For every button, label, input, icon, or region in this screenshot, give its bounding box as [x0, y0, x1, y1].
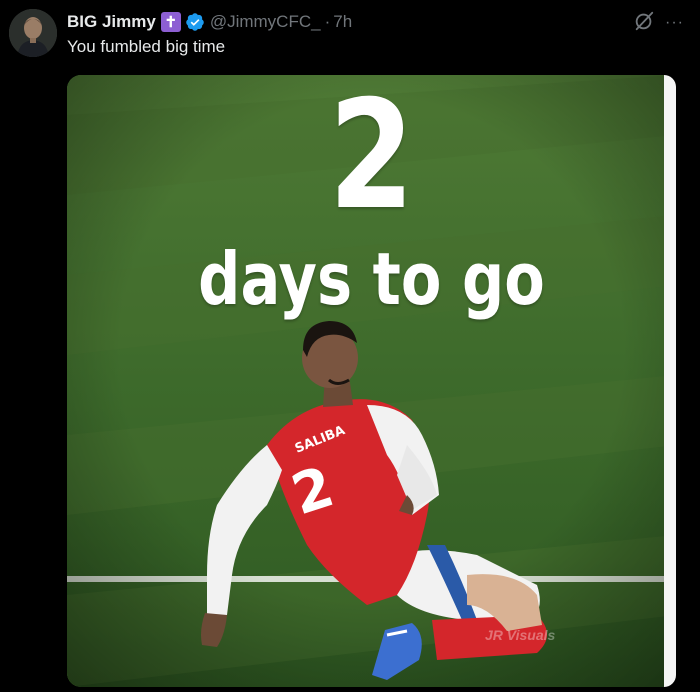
tweet-text: You fumbled big time: [67, 37, 226, 56]
avatar-image: [9, 9, 57, 57]
tweet-header: BIG Jimmy ✝ @JimmyCFC_ · 7h: [67, 10, 352, 34]
more-options-icon[interactable]: ···: [665, 14, 684, 32]
scrollbar[interactable]: [664, 75, 676, 687]
author-handle[interactable]: @JimmyCFC_: [210, 12, 321, 32]
avatar[interactable]: [9, 9, 57, 57]
grok-icon[interactable]: [633, 10, 655, 32]
countdown-caption: days to go: [198, 237, 545, 321]
countdown-number: 2: [328, 75, 415, 243]
tweet-media-image[interactable]: SALIBA 2 JR Visuals 2 days to go: [67, 75, 676, 687]
separator-dot: ·: [324, 12, 331, 31]
author-name[interactable]: BIG Jimmy: [67, 12, 156, 32]
verified-badge-icon[interactable]: [185, 12, 205, 32]
timestamp[interactable]: 7h: [333, 12, 352, 32]
watermark: JR Visuals: [485, 627, 556, 643]
tweet[interactable]: BIG Jimmy ✝ @JimmyCFC_ · 7h ··· You fumb…: [0, 0, 700, 692]
cross-emoji-icon: ✝: [160, 12, 181, 32]
